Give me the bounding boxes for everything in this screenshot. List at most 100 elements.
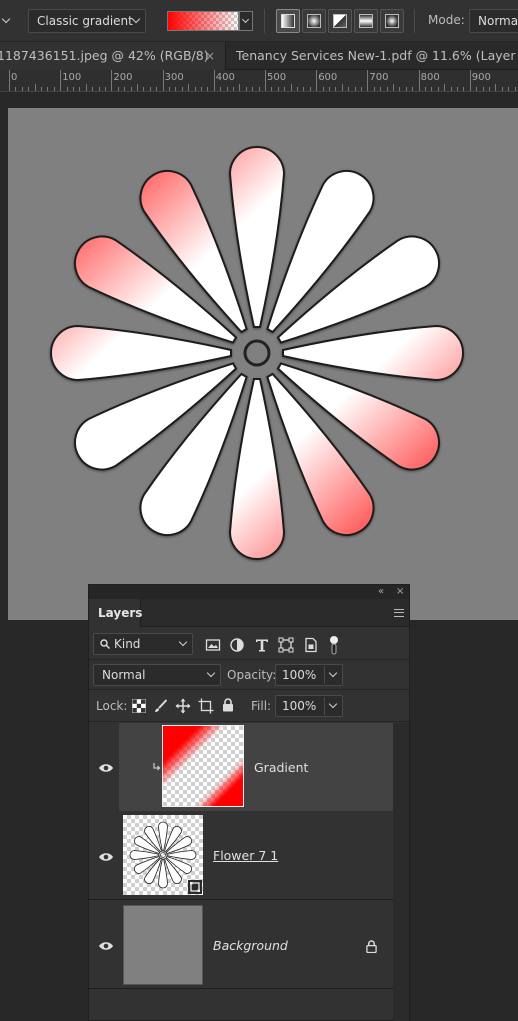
ruler-tick xyxy=(239,84,241,91)
ruler-tick xyxy=(73,87,74,91)
layer-thumbnail-gradient xyxy=(162,725,244,807)
layer-name[interactable]: Background xyxy=(213,938,288,953)
tab-jpeg-document[interactable]: 1187436151.jpeg @ 42% (RGB/8) × xyxy=(0,42,226,70)
mode-dropdown[interactable]: Normal xyxy=(469,9,518,33)
horizontal-ruler[interactable]: 100 200 300 400 500 600 700 800 900 0 xyxy=(0,70,518,92)
opacity-field[interactable]: 100% xyxy=(275,664,343,686)
ruler-tick xyxy=(252,87,254,91)
ruler-tick xyxy=(143,87,145,91)
tab-layers[interactable]: Layers xyxy=(89,599,142,627)
collapse-icon[interactable]: « xyxy=(378,585,384,599)
ruler-tick xyxy=(92,87,94,91)
chevron-down-icon[interactable] xyxy=(328,699,338,709)
layer-row-background[interactable]: Background xyxy=(89,901,409,989)
radial-gradient-button[interactable] xyxy=(302,9,326,33)
gradient-thumbnail-art xyxy=(163,726,243,806)
document-canvas[interactable] xyxy=(8,108,518,620)
ruler-tick xyxy=(169,87,170,91)
ruler-tick xyxy=(501,87,503,91)
ruler-tick xyxy=(380,87,382,91)
ruler-tick xyxy=(181,87,183,91)
filter-kind-dropdown[interactable]: Kind xyxy=(93,633,193,655)
chevron-down-icon[interactable] xyxy=(328,668,338,678)
shape-layer-filter-icon[interactable] xyxy=(278,637,294,653)
reflected-gradient-icon xyxy=(359,14,373,28)
ruler-tick xyxy=(457,87,458,91)
lock-image-pixels-icon[interactable] xyxy=(154,699,168,713)
options-bar: Classic gradient Mode: Normal xyxy=(0,0,518,42)
ruler-tick xyxy=(508,87,510,91)
type-layer-filter-icon[interactable] xyxy=(254,637,270,653)
ruler-tick xyxy=(9,70,10,91)
angle-gradient-button[interactable] xyxy=(328,9,352,33)
lock-artboard-icon[interactable] xyxy=(198,698,214,714)
ruler-tick xyxy=(194,87,196,91)
lock-all-icon[interactable] xyxy=(222,698,234,712)
ruler-tick xyxy=(41,87,42,91)
lock-row: Lock: Fill: 100% xyxy=(89,690,409,722)
blend-mode-dropdown[interactable]: Normal xyxy=(93,664,221,686)
ruler-tick xyxy=(258,87,260,91)
layer-row-flower[interactable]: Flower 7 1 xyxy=(89,812,409,900)
ruler-label: 900 xyxy=(471,72,491,83)
ruler-tick xyxy=(418,70,420,91)
gradient-preview[interactable] xyxy=(167,11,239,31)
ruler-tick xyxy=(399,87,401,91)
ruler-tick xyxy=(111,70,113,91)
lock-position-icon[interactable] xyxy=(175,698,191,714)
ruler-tick xyxy=(335,87,337,91)
diamond-gradient-button[interactable] xyxy=(380,9,404,33)
ruler-tick xyxy=(431,87,433,91)
fill-field[interactable]: 100% xyxy=(275,695,343,717)
ruler-tick xyxy=(489,87,490,91)
ruler-tick xyxy=(156,87,158,91)
visibility-eye-icon[interactable] xyxy=(98,851,114,863)
ruler-tick xyxy=(85,84,87,91)
linear-gradient-button[interactable] xyxy=(276,9,300,33)
close-icon[interactable]: × xyxy=(396,585,404,599)
gradient-picker-button[interactable] xyxy=(239,11,253,31)
tool-preset-chevron-icon[interactable] xyxy=(1,14,11,24)
chevron-down-icon xyxy=(241,15,250,24)
adjustment-layer-filter-icon[interactable] xyxy=(229,637,245,653)
close-icon[interactable]: × xyxy=(205,42,215,70)
panel-title-bar[interactable]: « × xyxy=(89,585,409,599)
ruler-tick xyxy=(303,87,305,91)
ruler-tick xyxy=(265,70,266,91)
mode-value: Normal xyxy=(478,14,518,28)
ruler-tick xyxy=(188,84,190,91)
divider xyxy=(324,666,325,684)
gradient-style-dropdown[interactable]: Classic gradient xyxy=(28,9,146,33)
divider xyxy=(414,9,415,33)
smart-object-filter-icon[interactable] xyxy=(303,637,319,653)
filter-toggle-icon[interactable] xyxy=(328,635,340,655)
layer-row-gradient[interactable]: Gradient xyxy=(89,723,409,811)
lock-transparent-pixels-icon[interactable] xyxy=(132,699,146,713)
linear-gradient-icon xyxy=(281,14,295,28)
layer-thumbnail-flower xyxy=(123,815,203,895)
ruler-tick xyxy=(354,87,356,91)
pixel-layer-filter-icon[interactable] xyxy=(205,637,221,653)
ruler-tick xyxy=(245,87,247,91)
ruler-tick xyxy=(425,87,426,91)
layer-filter-row: Kind xyxy=(89,628,409,660)
ruler-tick xyxy=(277,87,279,91)
ruler-tick xyxy=(290,84,292,91)
ruler-tick xyxy=(137,84,138,91)
chevron-down-icon xyxy=(178,637,188,647)
panel-menu-icon[interactable] xyxy=(394,609,404,617)
reflected-gradient-button[interactable] xyxy=(354,9,378,33)
angle-gradient-icon xyxy=(333,14,347,28)
visibility-eye-icon[interactable] xyxy=(98,940,114,952)
ruler-label: 700 xyxy=(369,72,389,83)
layer-name[interactable]: Gradient xyxy=(254,760,308,775)
layers-scrollbar[interactable] xyxy=(393,723,409,1021)
visibility-eye-icon[interactable] xyxy=(98,762,114,774)
layer-name[interactable]: Flower 7 1 xyxy=(213,848,278,863)
ruler-tick xyxy=(117,87,119,91)
ruler-tick xyxy=(213,70,215,91)
ruler-label: 500 xyxy=(267,72,287,83)
blend-row: Normal Opacity: 100% xyxy=(89,660,409,690)
tab-pdf-document[interactable]: Tenancy Services New-1.pdf @ 11.6% (Laye… xyxy=(227,42,518,70)
tab-label: Tenancy Services New-1.pdf @ 11.6% (Laye… xyxy=(236,48,518,63)
